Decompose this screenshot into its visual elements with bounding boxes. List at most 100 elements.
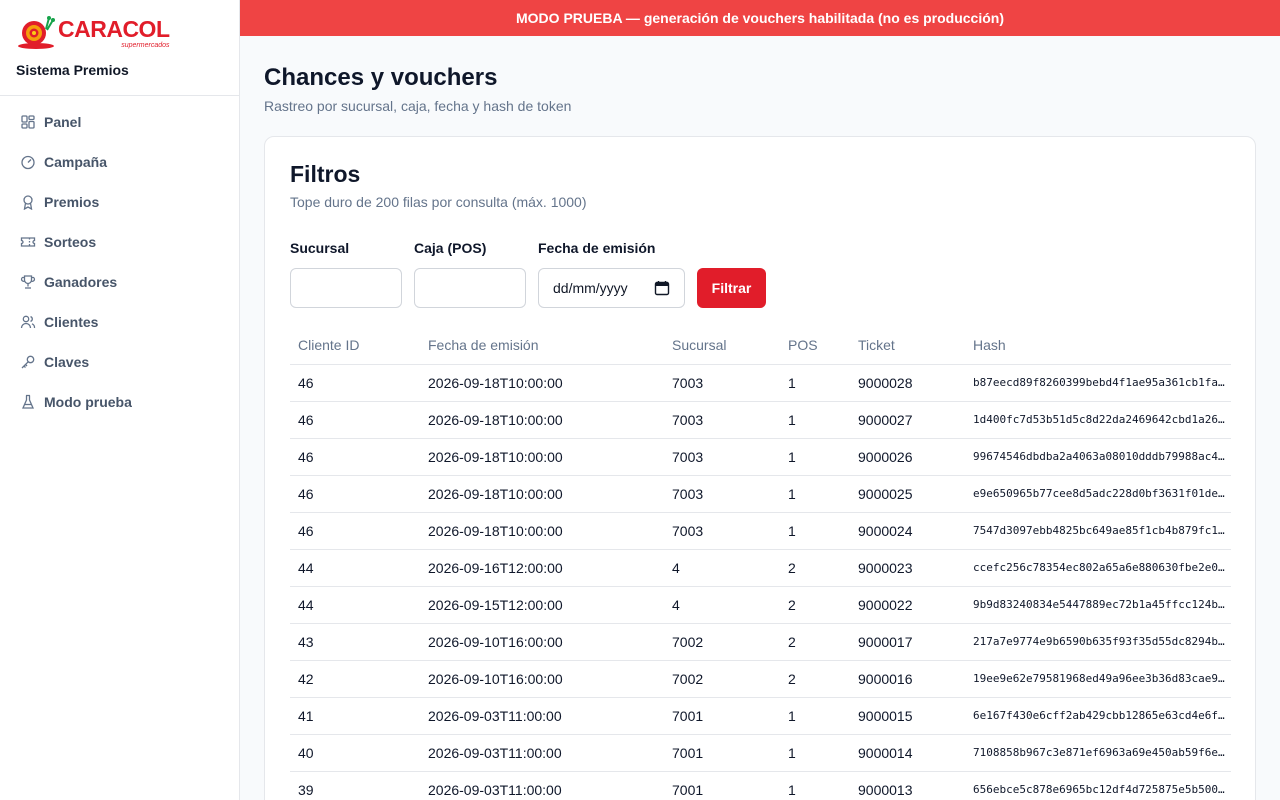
cliente-id-cell: 44 xyxy=(290,549,420,587)
sucursal-cell: 7001 xyxy=(664,771,780,800)
fecha-cell: 2026-09-18T10:00:00 xyxy=(420,364,664,402)
sucursal-cell: 7001 xyxy=(664,697,780,735)
caja-label: Caja (POS) xyxy=(414,240,487,256)
cliente-id-cell: 46 xyxy=(290,364,420,402)
sidebar-item-label: Premios xyxy=(44,194,100,210)
ticket-cell: 9000016 xyxy=(850,660,965,698)
ticket-cell: 9000024 xyxy=(850,512,965,550)
column-header-ticket[interactable]: Ticket xyxy=(850,327,965,365)
table-row[interactable]: 46 2026-09-18T10:00:00 7003 1 9000027 1d400fc… xyxy=(290,401,1231,439)
fecha-cell: 2026-09-18T10:00:00 xyxy=(420,438,664,476)
sucursal-cell: 7003 xyxy=(664,364,780,402)
cliente-id-cell: 46 xyxy=(290,438,420,476)
sidebar-item-sorteos[interactable]: Sorteos xyxy=(0,222,239,262)
sidebar-item-label: Modo prueba xyxy=(44,394,132,410)
ticket-cell: 9000026 xyxy=(850,438,965,476)
table-row[interactable]: 46 2026-09-18T10:00:00 7003 1 9000026 9967454… xyxy=(290,438,1231,476)
filter-button[interactable]: Filtrar xyxy=(697,268,766,308)
ticket-icon xyxy=(20,234,36,250)
ticket-cell: 9000023 xyxy=(850,549,965,587)
cliente-id-cell: 46 xyxy=(290,512,420,550)
pos-cell: 2 xyxy=(780,623,850,661)
hash-cell: 7108858b967c3e871ef6963a69e450ab59f6e… xyxy=(965,734,1231,772)
ticket-cell: 9000028 xyxy=(850,364,965,402)
sidebar-item-clientes[interactable]: Clientes xyxy=(0,302,239,342)
table-header-row: Cliente ID Fecha de emisión Sucursal POS… xyxy=(290,327,1231,365)
filters-form: Sucursal Caja (POS) Fecha de emisión dd/… xyxy=(290,240,778,308)
fecha-date-input[interactable]: dd/mm/yyyy xyxy=(538,268,685,308)
fecha-cell: 2026-09-15T12:00:00 xyxy=(420,586,664,624)
fecha-cell: 2026-09-03T11:00:00 xyxy=(420,771,664,800)
fecha-cell: 2026-09-18T10:00:00 xyxy=(420,475,664,513)
sidebar-item-label: Claves xyxy=(44,354,90,370)
pos-cell: 2 xyxy=(780,660,850,698)
ticket-cell: 9000017 xyxy=(850,623,965,661)
sidebar-item-campana[interactable]: Campaña xyxy=(0,142,239,182)
filters-subtitle: Tope duro de 200 filas por consulta (máx… xyxy=(290,194,587,210)
sidebar-item-label: Clientes xyxy=(44,314,99,330)
sidebar-item-label: Sorteos xyxy=(44,234,97,250)
ticket-cell: 9000027 xyxy=(850,401,965,439)
sucursal-input[interactable] xyxy=(290,268,402,308)
cliente-id-cell: 46 xyxy=(290,475,420,513)
caja-input[interactable] xyxy=(414,268,526,308)
caja-field-group: Caja (POS) xyxy=(414,240,526,308)
column-header-pos[interactable]: POS xyxy=(780,327,850,365)
caracol-logo[interactable]: CARACOL supermercados xyxy=(16,14,223,52)
table-row[interactable]: 44 2026-09-15T12:00:00 4 2 9000022 9b9d832408… xyxy=(290,586,1231,624)
fecha-cell: 2026-09-10T16:00:00 xyxy=(420,623,664,661)
hash-cell: 1d400fc7d53b51d5c8d22da2469642cbd1a26… xyxy=(965,401,1231,439)
pos-cell: 2 xyxy=(780,549,850,587)
sucursal-cell: 7001 xyxy=(664,734,780,772)
sidebar-item-premios[interactable]: Premios xyxy=(0,182,239,222)
logo-subtitle: supermercados xyxy=(121,41,170,49)
hash-cell: b87eecd89f8260399bebd4f1ae95a361cb1fa… xyxy=(965,364,1231,402)
cliente-id-cell: 44 xyxy=(290,586,420,624)
table-row[interactable]: 46 2026-09-18T10:00:00 7003 1 9000028 b87eecd… xyxy=(290,364,1231,402)
sidebar-item-modo-prueba[interactable]: Modo prueba xyxy=(0,382,239,422)
sucursal-cell: 4 xyxy=(664,549,780,587)
fecha-cell: 2026-09-16T12:00:00 xyxy=(420,549,664,587)
pos-cell: 2 xyxy=(780,586,850,624)
table-row[interactable]: 43 2026-09-10T16:00:00 7002 2 9000017 217a7e9… xyxy=(290,623,1231,661)
sucursal-field-group: Sucursal xyxy=(290,240,402,308)
table-row[interactable]: 40 2026-09-03T11:00:00 7001 1 9000014 7108858… xyxy=(290,734,1231,772)
table-row[interactable]: 41 2026-09-03T11:00:00 7001 1 9000015 6e167f4… xyxy=(290,697,1231,735)
pos-cell: 1 xyxy=(780,364,850,402)
column-header-hash[interactable]: Hash xyxy=(965,327,1231,365)
table-row[interactable]: 44 2026-09-16T12:00:00 4 2 9000023 ccefc256c7… xyxy=(290,549,1231,587)
table-row[interactable]: 39 2026-09-03T11:00:00 7001 1 9000013 656ebce… xyxy=(290,771,1231,800)
flask-icon xyxy=(20,394,36,410)
sidebar-item-claves[interactable]: Claves xyxy=(0,342,239,382)
pos-cell: 1 xyxy=(780,697,850,735)
calendar-icon[interactable] xyxy=(654,280,670,296)
logo-wordmark: CARACOL xyxy=(58,15,170,42)
table-body: 46 2026-09-18T10:00:00 7003 1 9000028 b87eecd… xyxy=(290,364,1231,800)
fecha-cell: 2026-09-03T11:00:00 xyxy=(420,697,664,735)
hash-cell: 99674546dbdba2a4063a08010dddb79988ac4… xyxy=(965,438,1231,476)
hash-cell: 7547d3097ebb4825bc649ae85f1cb4b879fc1… xyxy=(965,512,1231,550)
fecha-field-group: Fecha de emisión dd/mm/yyyy xyxy=(538,240,685,308)
table-row[interactable]: 42 2026-09-10T16:00:00 7002 2 9000016 19ee9e6… xyxy=(290,660,1231,698)
ticket-cell: 9000014 xyxy=(850,734,965,772)
pos-cell: 1 xyxy=(780,771,850,800)
sidebar-item-panel[interactable]: Panel xyxy=(0,102,239,142)
sucursal-cell: 7002 xyxy=(664,660,780,698)
system-name: Sistema Premios xyxy=(16,62,129,78)
ticket-cell: 9000022 xyxy=(850,586,965,624)
column-header-sucursal[interactable]: Sucursal xyxy=(664,327,780,365)
hash-cell: 6e167f430e6cff2ab429cbb12865e63cd4e6f… xyxy=(965,697,1231,735)
sucursal-label: Sucursal xyxy=(290,240,350,256)
column-header-fecha[interactable]: Fecha de emisión xyxy=(420,327,664,365)
ticket-cell: 9000015 xyxy=(850,697,965,735)
fecha-cell: 2026-09-03T11:00:00 xyxy=(420,734,664,772)
pos-cell: 1 xyxy=(780,734,850,772)
table-row[interactable]: 46 2026-09-18T10:00:00 7003 1 9000025 e9e6509… xyxy=(290,475,1231,513)
column-header-cliente-id[interactable]: Cliente ID xyxy=(290,327,420,365)
sidebar-item-ganadores[interactable]: Ganadores xyxy=(0,262,239,302)
table-row[interactable]: 46 2026-09-18T10:00:00 7003 1 9000024 7547d30… xyxy=(290,512,1231,550)
filters-card: Filtros Tope duro de 200 filas por consu… xyxy=(264,136,1256,800)
fecha-cell: 2026-09-18T10:00:00 xyxy=(420,401,664,439)
test-mode-banner: MODO PRUEBA — generación de vouchers hab… xyxy=(240,0,1280,36)
cliente-id-cell: 42 xyxy=(290,660,420,698)
